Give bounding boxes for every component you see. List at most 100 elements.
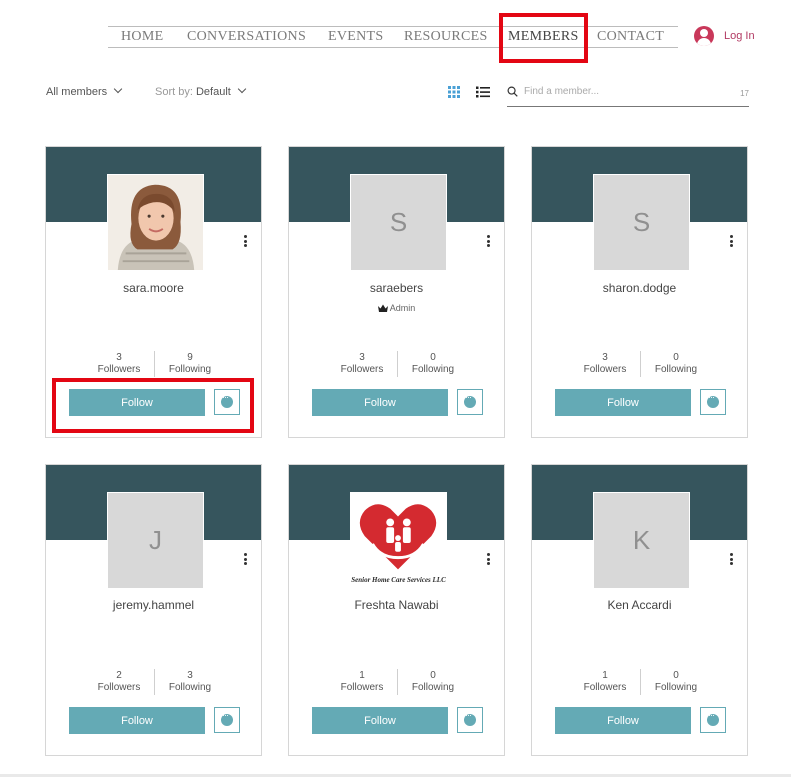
members-highlight-box [499, 13, 588, 63]
more-options-icon[interactable] [730, 235, 734, 247]
following-stat[interactable]: 9 Following [155, 352, 225, 376]
user-avatar-icon [694, 26, 714, 46]
followers-stat[interactable]: 3 Followers [327, 352, 397, 376]
follow-button[interactable]: Follow [555, 389, 691, 416]
sort-dropdown[interactable]: Sort by: Default [155, 84, 247, 98]
followers-label: Followers [97, 364, 141, 375]
login-button[interactable]: Log In [694, 26, 755, 46]
following-count: 3 [187, 670, 193, 681]
crown-icon [377, 304, 388, 312]
more-options-icon[interactable] [487, 235, 491, 247]
member-count: 17 [740, 89, 749, 98]
more-options-icon[interactable] [244, 553, 248, 565]
nav-events[interactable]: EVENTS [328, 27, 383, 47]
admin-badge: Admin [289, 303, 504, 313]
nav-conversations[interactable]: CONVERSATIONS [187, 27, 306, 47]
follow-button[interactable]: Follow [69, 707, 205, 734]
chat-bubble-icon [707, 392, 719, 408]
chat-bubble-icon [464, 392, 476, 408]
nav-contact[interactable]: CONTACT [597, 27, 664, 47]
following-count: 0 [430, 670, 436, 681]
member-name[interactable]: Freshta Nawabi [289, 598, 504, 612]
followers-count: 2 [116, 670, 122, 681]
following-label: Following [411, 364, 455, 375]
member-card: Senior Home Care Services LLC Freshta Na… [288, 464, 505, 756]
search-icon [507, 86, 518, 97]
follow-button[interactable]: Follow [555, 707, 691, 734]
following-stat[interactable]: 0 Following [398, 670, 468, 694]
follow-button[interactable]: Follow [312, 707, 448, 734]
message-button[interactable] [700, 707, 726, 733]
search-input[interactable] [524, 86, 724, 97]
filter-label: All members [46, 86, 108, 98]
following-label: Following [168, 682, 212, 693]
follow-highlight-box [52, 378, 254, 433]
following-label: Following [654, 682, 698, 693]
main-nav: HOME CONVERSATIONS EVENTS RESOURCES MEMB… [108, 26, 678, 48]
message-button[interactable] [214, 707, 240, 733]
chat-bubble-icon [221, 710, 233, 726]
logo-text: Senior Home Care Services LLC [351, 576, 446, 584]
member-search: 17 [507, 84, 749, 107]
role-label: Admin [389, 303, 416, 313]
member-card: S saraebers Admin 3 Followers 0 Followin… [288, 146, 505, 438]
followers-label: Followers [340, 364, 384, 375]
following-count: 0 [430, 352, 436, 363]
member-card: K Ken Accardi 1 Followers 0 Following Fo… [531, 464, 748, 756]
member-avatar-initial[interactable]: S [593, 174, 690, 271]
followers-stat[interactable]: 3 Followers [84, 352, 154, 376]
member-name[interactable]: Ken Accardi [532, 598, 747, 612]
following-stat[interactable]: 0 Following [398, 352, 468, 376]
followers-count: 3 [359, 352, 365, 363]
follow-button[interactable]: Follow [312, 389, 448, 416]
followers-stat[interactable]: 1 Followers [570, 670, 640, 694]
sort-value: Default [195, 86, 231, 98]
member-avatar-initial[interactable]: J [107, 492, 204, 589]
following-stat[interactable]: 0 Following [641, 352, 711, 376]
message-button[interactable] [700, 389, 726, 415]
more-options-icon[interactable] [487, 553, 491, 565]
following-stat[interactable]: 3 Following [155, 670, 225, 694]
member-card: J jeremy.hammel 2 Followers 3 Following … [45, 464, 262, 756]
member-name[interactable]: sara.moore [46, 281, 261, 295]
chat-bubble-icon [464, 710, 476, 726]
chat-bubble-icon [707, 710, 719, 726]
grid-view-icon[interactable] [447, 85, 461, 99]
chevron-down-icon [237, 84, 247, 94]
following-count: 9 [187, 352, 193, 363]
member-photo[interactable] [350, 492, 447, 589]
login-label: Log In [724, 30, 755, 42]
followers-label: Followers [583, 682, 627, 693]
followers-count: 1 [359, 670, 365, 681]
followers-stat[interactable]: 2 Followers [84, 670, 154, 694]
nav-resources[interactable]: RESOURCES [404, 27, 488, 47]
more-options-icon[interactable] [244, 235, 248, 247]
member-avatar-initial[interactable]: S [350, 174, 447, 271]
followers-stat[interactable]: 1 Followers [327, 670, 397, 694]
following-stat[interactable]: 0 Following [641, 670, 711, 694]
member-name[interactable]: saraebers [289, 281, 504, 295]
member-photo[interactable] [107, 174, 204, 271]
nav-home[interactable]: HOME [121, 27, 163, 47]
followers-label: Followers [97, 682, 141, 693]
member-card: S sharon.dodge 3 Followers 0 Following F… [531, 146, 748, 438]
chevron-down-icon [113, 84, 123, 94]
portrait-image [108, 175, 203, 270]
following-label: Following [411, 682, 455, 693]
followers-stat[interactable]: 3 Followers [570, 352, 640, 376]
more-options-icon[interactable] [730, 553, 734, 565]
followers-label: Followers [340, 682, 384, 693]
list-view-icon[interactable] [476, 85, 490, 99]
filter-dropdown[interactable]: All members [46, 84, 123, 98]
senior-care-logo [351, 493, 446, 588]
message-button[interactable] [457, 389, 483, 415]
followers-count: 1 [602, 670, 608, 681]
following-count: 0 [673, 352, 679, 363]
member-name[interactable]: sharon.dodge [532, 281, 747, 295]
followers-count: 3 [116, 352, 122, 363]
followers-label: Followers [583, 364, 627, 375]
followers-count: 3 [602, 352, 608, 363]
message-button[interactable] [457, 707, 483, 733]
member-avatar-initial[interactable]: K [593, 492, 690, 589]
member-name[interactable]: jeremy.hammel [46, 598, 261, 612]
